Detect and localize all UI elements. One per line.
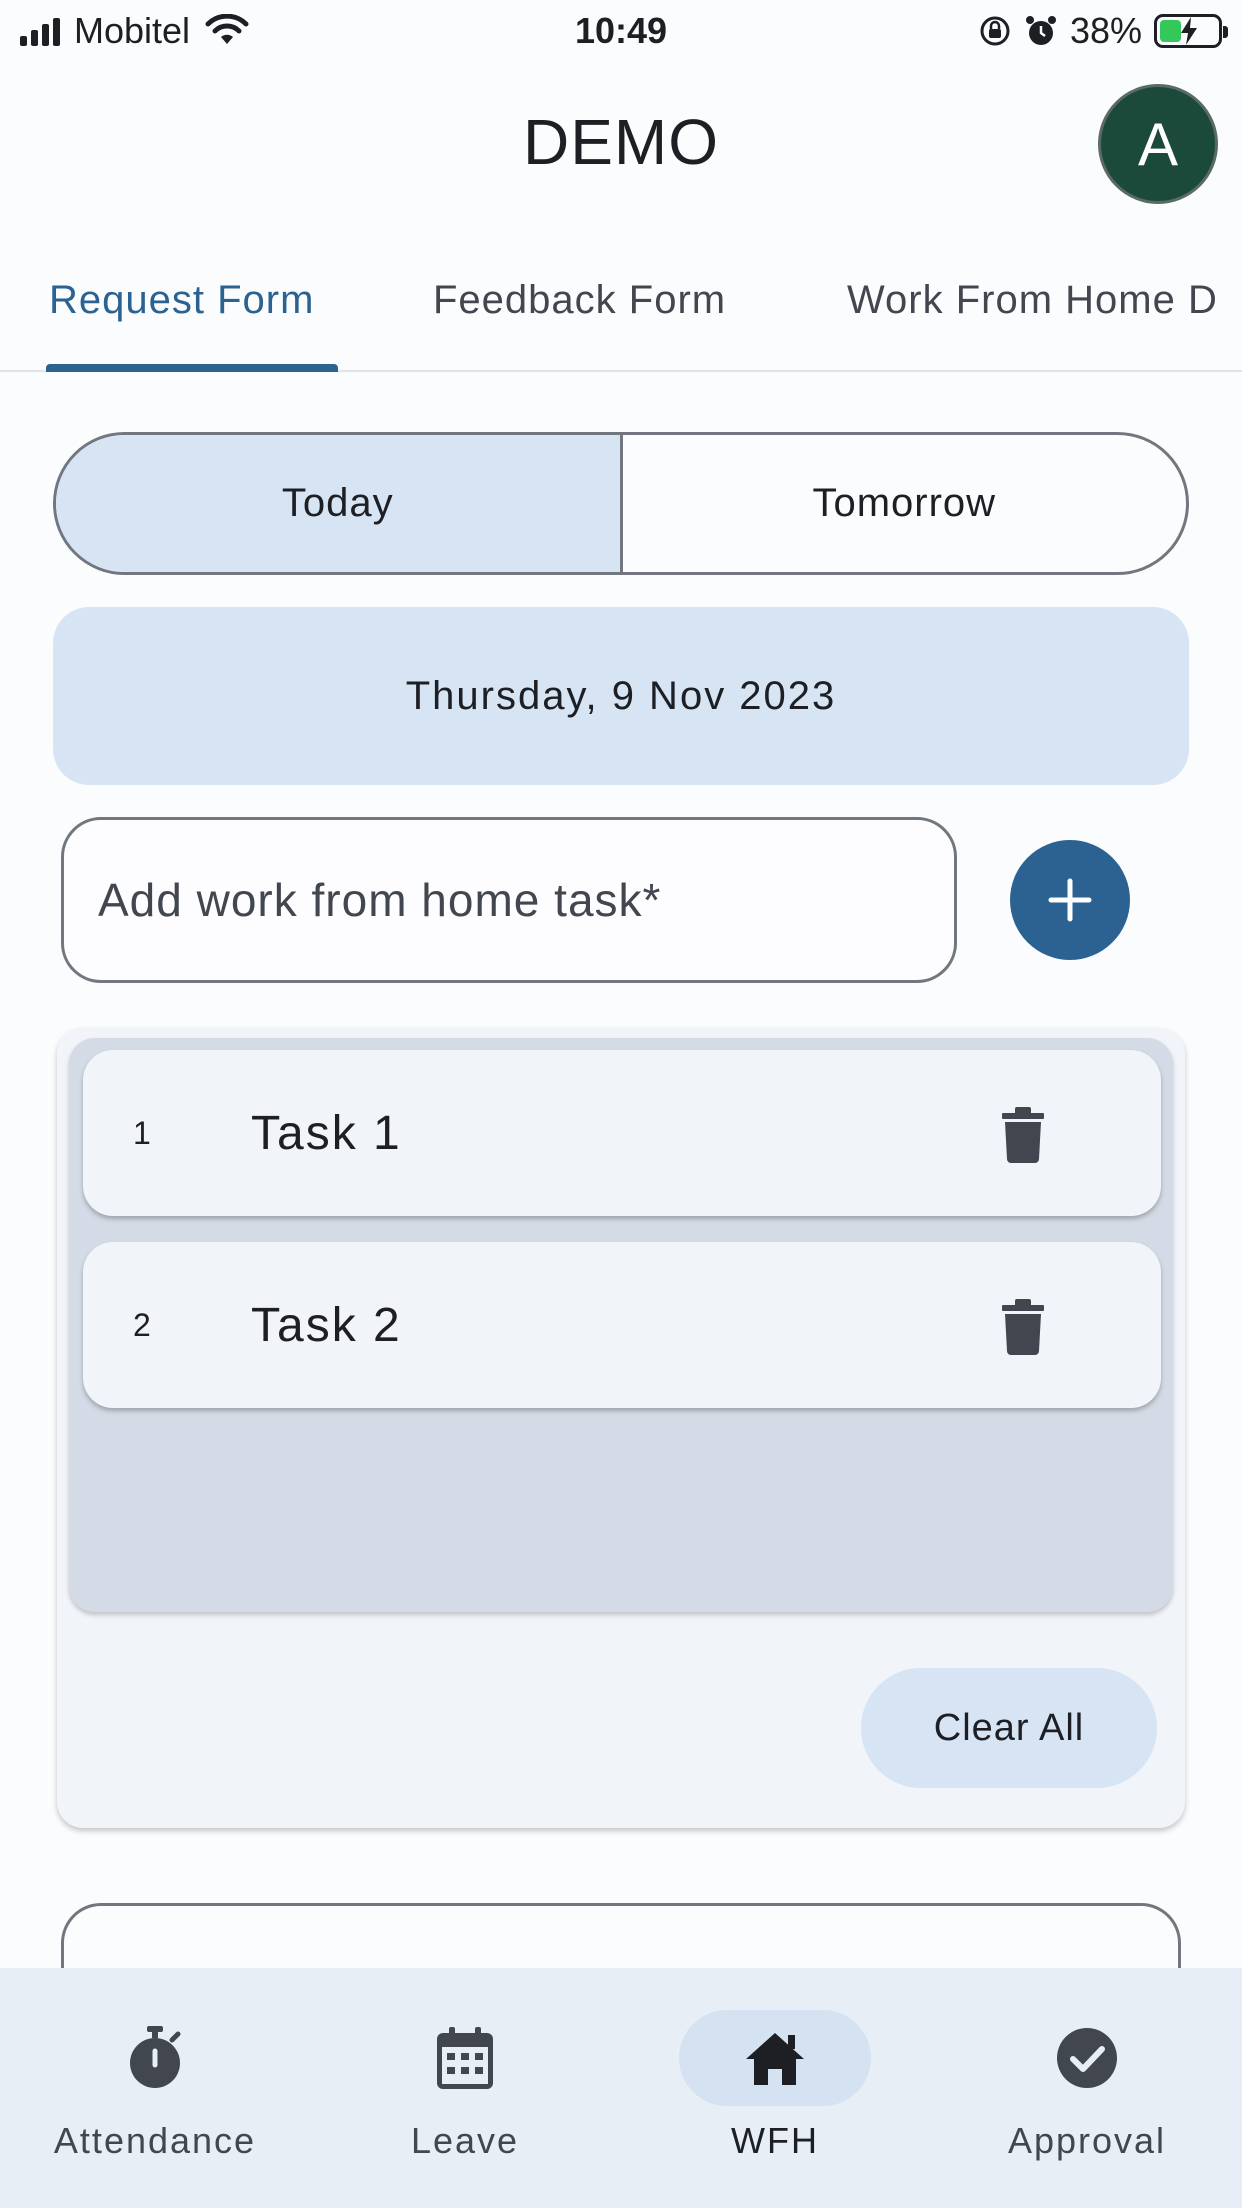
plus-icon (1048, 878, 1092, 922)
task-row: 1 Task 1 (83, 1050, 1161, 1216)
app-title: DEMO (523, 106, 719, 178)
day-selector: Today Tomorrow (53, 432, 1189, 575)
avatar[interactable]: A (1098, 84, 1218, 204)
task-input[interactable] (61, 817, 957, 983)
clear-all-button[interactable]: Clear All (861, 1668, 1157, 1788)
home-icon (746, 2033, 804, 2085)
task-title: Task 2 (251, 1298, 402, 1352)
tab-feedback-form[interactable]: Feedback Form (433, 278, 726, 323)
avatar-initial: A (1137, 110, 1179, 178)
trash-icon[interactable] (993, 1297, 1053, 1357)
trash-icon[interactable] (993, 1105, 1053, 1165)
alarm-icon (1025, 16, 1056, 45)
nav-wfh[interactable]: WFH (620, 1968, 930, 2208)
nav-attendance[interactable]: Attendance (0, 1968, 310, 2208)
orientation-lock-icon (980, 16, 1010, 46)
today-option[interactable]: Today (56, 435, 623, 572)
status-bar: Mobitel 10:49 38% (0, 0, 1242, 62)
calendar-icon (437, 2027, 493, 2089)
battery-percent: 38% (1069, 10, 1142, 51)
date-display: Thursday, 9 Nov 2023 (53, 607, 1189, 785)
active-tab-indicator (46, 364, 338, 372)
task-list-card: 1 Task 1 2 Task 2 Clear All (57, 1028, 1185, 1828)
bottom-navigation: Attendance Leave WFH Approval (0, 1968, 1242, 2208)
tab-request-form[interactable]: Request Form (49, 278, 314, 323)
nav-approval[interactable]: Approval (932, 1968, 1242, 2208)
task-list: 1 Task 1 2 Task 2 (69, 1038, 1173, 1612)
tab-bar: Request Form Feedback Form Work From Hom… (0, 258, 1242, 372)
task-number: 1 (133, 1114, 151, 1151)
nav-label: Leave (410, 2120, 520, 2161)
tomorrow-option[interactable]: Tomorrow (623, 435, 1187, 572)
add-task-button[interactable] (1010, 840, 1130, 960)
task-row: 2 Task 2 (83, 1242, 1161, 1408)
nav-label: Approval (1007, 2120, 1167, 2161)
nav-leave[interactable]: Leave (310, 1968, 620, 2208)
task-title: Task 1 (251, 1106, 402, 1160)
nav-label: Attendance (53, 2120, 257, 2161)
stopwatch-icon (130, 2026, 181, 2088)
battery-charging-icon (1154, 14, 1228, 48)
check-circle-icon (1057, 2028, 1117, 2088)
task-number: 2 (133, 1306, 151, 1343)
tab-work-from-home[interactable]: Work From Home D (847, 278, 1218, 323)
nav-label: WFH (731, 2120, 819, 2161)
